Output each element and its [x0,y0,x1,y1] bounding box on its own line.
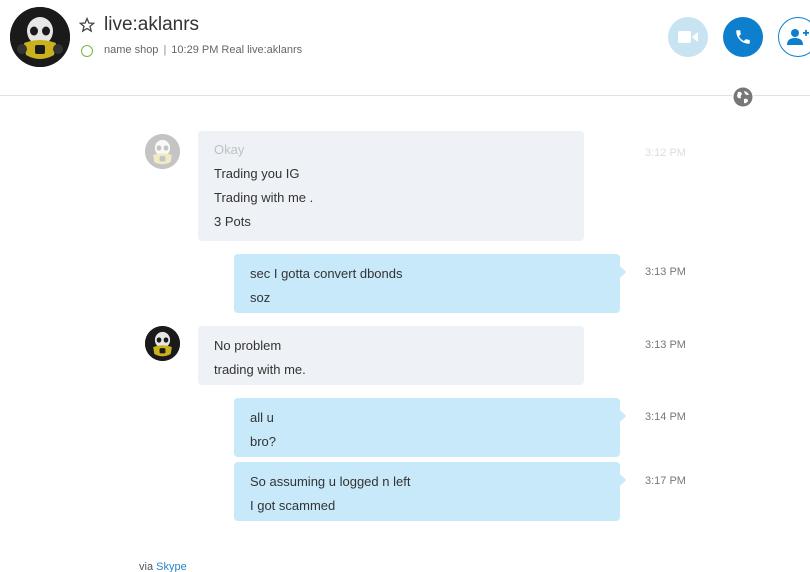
message-time: 3:14 PM [645,411,686,423]
message-line: Okay [214,142,245,157]
translator-globe-icon [733,87,753,107]
message-line: sec I gotta convert dbonds [250,266,403,281]
contact-avatar[interactable] [10,7,70,67]
mood-message: name shop [104,44,159,56]
sender-avatar[interactable] [145,326,180,361]
contact-subline: name shop | 10:29 PM Real live:aklanrs [104,44,302,56]
message-time: 3:13 PM [645,339,686,351]
presence-status-icon [81,45,93,57]
message-line: bro? [250,434,277,449]
skype-link[interactable]: Skype [156,561,187,572]
local-time: 10:29 PM Real live:aklanrs [171,44,303,56]
favorite-star-icon[interactable] [79,17,95,33]
video-camera-icon [678,31,698,43]
message-time: 3:13 PM [645,266,686,278]
message-line: trading with me. [214,362,306,377]
message-line: No problem [214,338,282,353]
message-line: Trading with me . [214,190,314,205]
message-bubble-outgoing[interactable]: all u bro? [234,398,626,457]
message-bubble-outgoing[interactable]: So assuming u logged n left I got scamme… [234,462,626,521]
add-people-button[interactable] [778,17,810,57]
message-line: 3 Pots [214,214,251,229]
globe-icon[interactable] [732,86,754,108]
add-person-icon [787,29,809,45]
audio-call-button[interactable] [723,17,763,57]
phone-icon [736,30,750,44]
message-bubble-outgoing[interactable]: sec I gotta convert dbonds soz [234,254,626,313]
message-bubble-incoming[interactable]: Okay Trading you IG Trading with me . 3 … [198,131,584,241]
skull-mask-avatar-image [145,134,180,169]
message-line: Trading you IG [214,166,300,181]
conversation-header: live:aklanrs name shop | 10:29 PM Real liv… [0,0,810,96]
skull-mask-avatar-image [145,326,180,361]
message-line: So assuming u logged n left [250,474,411,489]
via-prefix: via [139,561,154,572]
sender-avatar[interactable] [145,134,180,169]
via-attribution: via Skype [139,561,187,572]
message-time: 3:12 PM [645,147,686,159]
message-bubble-incoming[interactable]: No problem trading with me. [198,326,584,385]
message-line: soz [250,290,271,305]
message-time: 3:17 PM [645,475,686,487]
contact-name[interactable]: live:aklanrs [104,14,199,36]
skull-mask-avatar-image [10,7,70,67]
separator: | [163,44,167,56]
message-line: I got scammed [250,498,336,513]
video-call-button[interactable] [668,17,708,57]
message-line: all u [250,410,274,425]
